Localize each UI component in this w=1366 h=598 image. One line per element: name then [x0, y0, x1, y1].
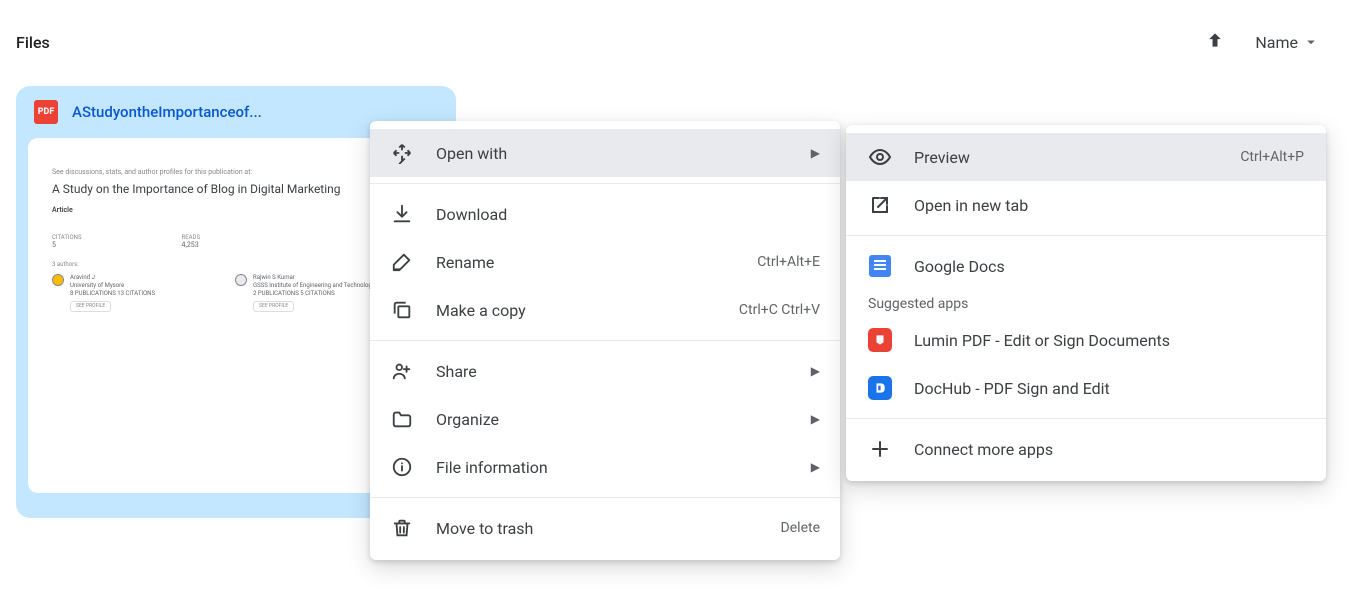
- menu-label: Move to trash: [436, 519, 759, 538]
- menu-shortcut: Ctrl+C Ctrl+V: [739, 302, 820, 318]
- copy-icon: [390, 298, 414, 322]
- menu-shortcut: Ctrl+Alt+E: [757, 254, 820, 270]
- menu-separator: [846, 418, 1326, 419]
- header-controls: Name: [1205, 30, 1350, 54]
- menu-label: Open with: [436, 144, 789, 163]
- menu-open-with[interactable]: Open with ▶: [370, 129, 840, 177]
- share-icon: [390, 359, 414, 383]
- submenu-label: Connect more apps: [914, 440, 1304, 459]
- context-menu: Open with ▶ Download Rename Ctrl+Alt+E M…: [370, 121, 840, 560]
- submenu-label: DocHub - PDF Sign and Edit: [914, 379, 1304, 398]
- chevron-right-icon: ▶: [811, 364, 820, 378]
- eye-icon: [868, 145, 892, 169]
- menu-rename[interactable]: Rename Ctrl+Alt+E: [370, 238, 840, 286]
- menu-separator: [370, 183, 840, 184]
- files-header: Files Name: [0, 0, 1366, 54]
- info-icon: [390, 455, 414, 479]
- menu-separator: [370, 340, 840, 341]
- menu-move-to-trash[interactable]: Move to trash Delete: [370, 504, 840, 552]
- menu-label: Make a copy: [436, 301, 717, 320]
- submenu-google-docs[interactable]: Google Docs: [846, 242, 1326, 290]
- sort-label: Name: [1255, 33, 1298, 52]
- submenu-open-new-tab[interactable]: Open in new tab: [846, 181, 1326, 229]
- suggested-apps-label: Suggested apps: [846, 290, 1326, 316]
- folder-icon: [390, 407, 414, 431]
- menu-organize[interactable]: Organize ▶: [370, 395, 840, 443]
- sort-direction-icon[interactable]: [1205, 30, 1225, 54]
- chevron-right-icon: ▶: [811, 460, 820, 474]
- sort-control[interactable]: Name: [1255, 33, 1320, 52]
- trash-icon: [390, 516, 414, 540]
- chevron-down-icon: [1302, 33, 1320, 51]
- lumin-app-icon: [868, 328, 892, 352]
- preview-meta: Article: [52, 206, 420, 214]
- chevron-right-icon: ▶: [811, 412, 820, 426]
- open-with-submenu: Preview Ctrl+Alt+P Open in new tab Googl…: [846, 125, 1326, 481]
- preview-authors: Aravind J University of Mysore 8 PUBLICA…: [52, 274, 420, 312]
- menu-file-information[interactable]: File information ▶: [370, 443, 840, 491]
- avatar-icon: [52, 274, 64, 286]
- menu-share[interactable]: Share ▶: [370, 347, 840, 395]
- avatar-icon: [235, 274, 247, 286]
- menu-download[interactable]: Download: [370, 190, 840, 238]
- submenu-label: Lumin PDF - Edit or Sign Documents: [914, 331, 1304, 350]
- plus-icon: [868, 437, 892, 461]
- submenu-label: Preview: [914, 148, 1218, 167]
- menu-label: File information: [436, 458, 789, 477]
- menu-label: Download: [436, 205, 820, 224]
- rename-icon: [390, 250, 414, 274]
- submenu-label: Google Docs: [914, 257, 1304, 276]
- google-docs-icon: [868, 254, 892, 278]
- menu-separator: [846, 235, 1326, 236]
- download-icon: [390, 202, 414, 226]
- submenu-dochub[interactable]: DocHub - PDF Sign and Edit: [846, 364, 1326, 412]
- dochub-app-icon: [868, 376, 892, 400]
- preview-stats: CITATIONS 5 READS 4,253: [52, 234, 420, 249]
- pdf-icon: PDF: [34, 100, 58, 124]
- menu-make-copy[interactable]: Make a copy Ctrl+C Ctrl+V: [370, 286, 840, 334]
- menu-shortcut: Delete: [781, 520, 820, 536]
- open-in-new-icon: [868, 193, 892, 217]
- submenu-lumin-pdf[interactable]: Lumin PDF - Edit or Sign Documents: [846, 316, 1326, 364]
- preview-subline: See discussions, stats, and author profi…: [52, 168, 420, 176]
- file-name: AStudyontheImportanceof...: [72, 103, 262, 121]
- menu-label: Share: [436, 362, 789, 381]
- chevron-right-icon: ▶: [811, 146, 820, 160]
- section-title: Files: [16, 33, 50, 52]
- submenu-preview[interactable]: Preview Ctrl+Alt+P: [846, 133, 1326, 181]
- preview-doc-title: A Study on the Importance of Blog in Dig…: [52, 182, 420, 196]
- menu-separator: [370, 497, 840, 498]
- submenu-label: Open in new tab: [914, 196, 1304, 215]
- menu-label: Rename: [436, 253, 735, 272]
- open-with-icon: [390, 141, 414, 165]
- submenu-connect-more-apps[interactable]: Connect more apps: [846, 425, 1326, 473]
- submenu-shortcut: Ctrl+Alt+P: [1240, 149, 1304, 165]
- menu-label: Organize: [436, 410, 789, 429]
